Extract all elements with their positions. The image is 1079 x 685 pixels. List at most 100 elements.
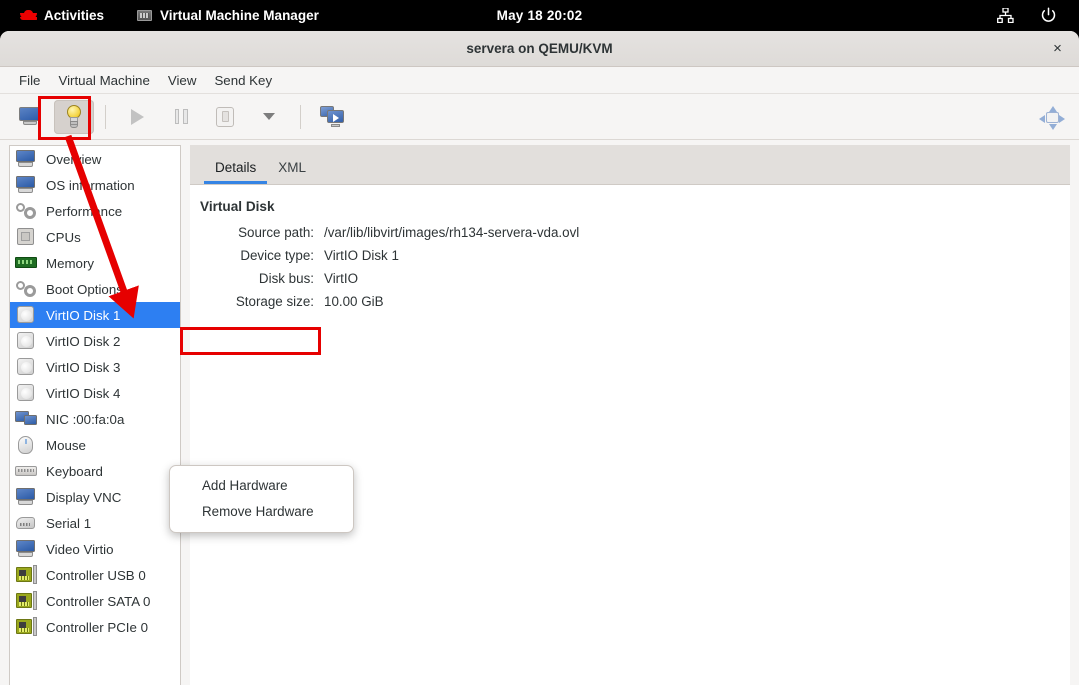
hardware-list[interactable]: Overview OS information Performance CPUs… [9,145,181,685]
clock[interactable]: May 18 20:02 [0,8,1079,23]
window-title: servera on QEMU/KVM [466,41,613,56]
menu-view[interactable]: View [159,70,206,91]
sidebar-item-controller-pcie-0[interactable]: Controller PCIe 0 [10,614,180,640]
field-device-type: Device type: VirtIO Disk 1 [200,244,1070,267]
sidebar-item-label: Memory [46,255,95,271]
sidebar-item-display-vnc[interactable]: Display VNC [10,484,180,510]
controller-icon [15,617,37,637]
sidebar-item-mouse[interactable]: Mouse [10,432,180,458]
field-label: Device type: [240,248,314,263]
window-body: Overview OS information Performance CPUs… [0,140,1079,685]
details-view-button[interactable] [54,99,94,134]
console-view-button[interactable] [10,100,50,134]
sidebar-item-virtio-disk-1[interactable]: VirtIO Disk 1 [10,302,180,328]
screen: Activities Virtual Machine Manager May 1… [0,0,1079,685]
snapshots-button[interactable] [312,100,352,134]
shutdown-button[interactable] [205,100,245,134]
sidebar-item-virtio-disk-3[interactable]: VirtIO Disk 3 [10,354,180,380]
sidebar-item-label: Overview [46,151,102,167]
field-label: Disk bus: [258,271,314,286]
field-source-path: Source path: /var/lib/libvirt/images/rh1… [200,221,1070,244]
sidebar-item-nic[interactable]: NIC :00:fa:0a [10,406,180,432]
close-icon[interactable]: × [1048,40,1067,59]
sidebar-item-performance[interactable]: Performance [10,198,180,224]
sidebar-item-label: CPUs [46,229,81,245]
serial-icon [15,513,37,533]
field-value: VirtIO [324,271,358,286]
sidebar-item-label: Controller PCIe 0 [46,619,148,635]
sidebar-item-label: Controller SATA 0 [46,593,151,609]
vmm-window: servera on QEMU/KVM × File Virtual Machi… [0,31,1079,685]
menu-file[interactable]: File [10,70,49,91]
disk-icon [15,383,37,403]
lightbulb-icon [64,104,84,129]
snapshots-icon [320,106,344,127]
section-title: Virtual Disk [200,199,275,214]
sidebar-item-controller-sata-0[interactable]: Controller SATA 0 [10,588,180,614]
toolbar [0,94,1079,140]
sidebar-item-boot-options[interactable]: Boot Options [10,276,180,302]
controller-icon [15,565,37,585]
tab-details[interactable]: Details [204,160,268,184]
sidebar-item-label: Display VNC [46,489,122,505]
memory-icon [15,253,37,273]
display-icon [15,487,37,507]
details-pane: Details XML Virtual Disk Source path: /v… [190,145,1070,685]
chevron-down-icon [263,113,275,120]
sidebar-item-memory[interactable]: Memory [10,250,180,276]
run-button[interactable] [117,100,157,134]
controller-icon [15,591,37,611]
context-menu-add-hardware[interactable]: Add Hardware [170,473,353,499]
network-icon[interactable] [997,7,1014,24]
sidebar-item-label: Keyboard [46,463,103,479]
play-icon [130,108,144,125]
field-value: /var/lib/libvirt/images/rh134-servera-vd… [324,225,580,240]
cpu-icon [15,227,37,247]
menu-virtual-machine[interactable]: Virtual Machine [49,70,158,91]
computer-icon [15,149,37,169]
sidebar-item-cpus[interactable]: CPUs [10,224,180,250]
sidebar-item-controller-usb-0[interactable]: Controller USB 0 [10,562,180,588]
sidebar-item-label: VirtIO Disk 2 [46,333,121,349]
sidebar-item-label: Boot Options [46,281,123,297]
sidebar-item-overview[interactable]: Overview [10,146,180,172]
field-label: Storage size: [235,294,314,309]
gears-icon [15,279,37,299]
gnome-top-bar: Activities Virtual Machine Manager May 1… [0,0,1079,31]
power-off-icon [216,106,234,127]
context-menu-remove-hardware[interactable]: Remove Hardware [170,499,353,525]
sidebar-item-virtio-disk-4[interactable]: VirtIO Disk 4 [10,380,180,406]
keyboard-icon [15,461,37,481]
sidebar-item-keyboard[interactable]: Keyboard [10,458,180,484]
pause-icon [174,109,188,124]
sidebar-item-label: Mouse [46,437,86,453]
sidebar-item-label: OS information [46,177,135,193]
window-titlebar[interactable]: servera on QEMU/KVM × [0,31,1079,67]
toolbar-separator-2 [300,104,301,129]
shutdown-options-button[interactable] [249,100,289,134]
sidebar-item-virtio-disk-2[interactable]: VirtIO Disk 2 [10,328,180,354]
sidebar-item-label: Controller USB 0 [46,567,146,583]
sidebar-item-serial-1[interactable]: Serial 1 [10,510,180,536]
sidebar-item-os-information[interactable]: OS information [10,172,180,198]
virtual-disk-details: Virtual Disk Source path: /var/lib/libvi… [190,185,1070,313]
tab-xml[interactable]: XML [267,160,317,184]
monitor-icon [19,107,41,126]
field-value: 10.00 GiB [324,294,384,309]
field-disk-bus: Disk bus: VirtIO [200,267,1070,290]
sidebar-item-label: Serial 1 [46,515,92,531]
pause-button[interactable] [161,100,201,134]
menu-send-key[interactable]: Send Key [205,70,281,91]
sidebar-item-label: VirtIO Disk 3 [46,359,121,375]
toolbar-separator [105,104,106,129]
power-icon[interactable] [1040,7,1057,24]
display-icon [15,539,37,559]
disk-icon [15,305,37,325]
field-value: VirtIO Disk 1 [324,248,399,263]
fit-to-screen-icon[interactable] [1039,106,1065,130]
mouse-icon [15,435,37,455]
sidebar-item-label: VirtIO Disk 4 [46,385,121,401]
field-storage-size: Storage size: 10.00 GiB [200,290,1070,313]
sidebar-item-video-virtio[interactable]: Video Virtio [10,536,180,562]
hardware-context-menu[interactable]: Add Hardware Remove Hardware [169,465,354,533]
